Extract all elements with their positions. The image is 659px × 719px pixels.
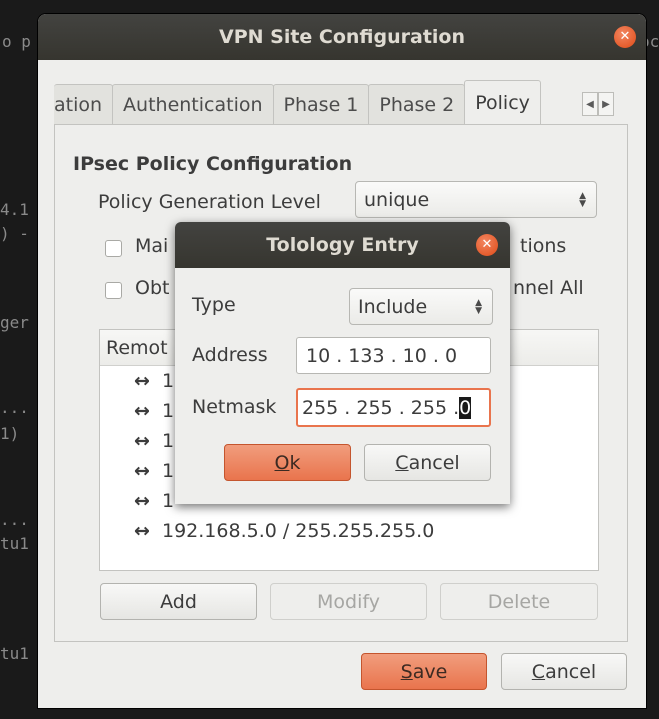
- list-item[interactable]: ↔ 1: [134, 370, 174, 392]
- list-header-remote: Remot: [106, 336, 168, 359]
- save-label-rest: ave: [412, 660, 448, 683]
- updown-arrow-icon: ▲ ▼: [475, 297, 482, 316]
- topology-entry-dialog: Tolology Entry ✕ Type Include ▲ ▼ Address…: [175, 222, 510, 504]
- terminal-text: tu1: [0, 644, 29, 663]
- bidirectional-arrow-icon: ↔: [134, 400, 150, 422]
- terminal-text: 4.1: [0, 200, 29, 219]
- netmask-label: Netmask: [192, 396, 277, 418]
- address-field[interactable]: 10 . 133 . 10 . 0: [296, 337, 491, 374]
- dialog-titlebar[interactable]: Tolology Entry ✕: [175, 222, 510, 268]
- terminal-text: ...: [0, 398, 29, 417]
- delete-button[interactable]: Delete: [440, 583, 598, 620]
- netmask-value: 255 . 255 . 255 .: [302, 396, 460, 419]
- window-titlebar[interactable]: VPN Site Configuration ✕: [38, 14, 646, 60]
- section-title: IPsec Policy Configuration: [73, 153, 353, 175]
- list-item-text: 192.168.5.0 / 255.255.255.0: [162, 520, 435, 542]
- bidirectional-arrow-icon: ↔: [134, 490, 150, 512]
- cancel-label-rest: ancel: [545, 660, 597, 683]
- list-item[interactable]: ↔ 1: [134, 490, 174, 512]
- tab-scroll-arrows: ◀ ▶: [582, 92, 614, 116]
- ok-label-rest: k: [289, 451, 301, 474]
- bidirectional-arrow-icon: ↔: [134, 430, 150, 452]
- terminal-text: ...: [0, 510, 29, 529]
- tab-authentication[interactable]: Authentication: [112, 84, 274, 124]
- netmask-selected-digit: 0: [459, 396, 472, 419]
- maintain-checkbox-label-end: tions: [520, 235, 567, 257]
- obtain-checkbox[interactable]: [105, 282, 122, 299]
- close-icon[interactable]: ✕: [614, 26, 636, 48]
- list-item-text: 1: [162, 370, 175, 392]
- netmask-field[interactable]: 255 . 255 . 255 . 0: [296, 388, 491, 427]
- close-icon[interactable]: ✕: [476, 234, 498, 256]
- tab-phase-2[interactable]: Phase 2: [368, 84, 466, 124]
- maintain-checkbox-label: Mai: [135, 235, 169, 257]
- type-label: Type: [192, 294, 236, 316]
- terminal-text: ) -: [0, 224, 29, 243]
- policy-generation-select[interactable]: unique ▲ ▼: [355, 181, 597, 218]
- obtain-checkbox-label-end: nnel All: [513, 277, 584, 299]
- list-item[interactable]: ↔ 1: [134, 460, 174, 482]
- list-item-text: 1: [162, 430, 175, 452]
- type-value: Include: [358, 295, 428, 318]
- ok-button[interactable]: Ok: [224, 444, 351, 481]
- cancel-button[interactable]: Cancel: [501, 653, 627, 690]
- tab-policy[interactable]: Policy: [464, 80, 541, 124]
- terminal-text: ger: [0, 313, 29, 332]
- list-item[interactable]: ↔ 1: [134, 430, 174, 452]
- obtain-checkbox-label: Obt: [135, 277, 170, 299]
- cancel-mnemonic: C: [531, 660, 546, 683]
- terminal-text: o p: [2, 32, 31, 51]
- type-select[interactable]: Include ▲ ▼: [349, 288, 493, 325]
- dialog-cancel-button[interactable]: Cancel: [364, 444, 491, 481]
- dialog-title: Tolology Entry: [266, 234, 419, 256]
- dialog-cancel-label-rest: ancel: [408, 451, 460, 474]
- tab-identification[interactable]: ation: [54, 84, 114, 124]
- tab-bar: ation Authentication Phase 1 Phase 2 Pol…: [54, 80, 541, 124]
- maintain-checkbox[interactable]: [105, 240, 122, 257]
- modify-button[interactable]: Modify: [270, 583, 427, 620]
- save-button[interactable]: Save: [361, 653, 487, 690]
- save-mnemonic: S: [400, 660, 413, 683]
- list-item-text: 1: [162, 460, 175, 482]
- address-value: 10 . 133 . 10 . 0: [306, 344, 458, 367]
- chevron-right-icon[interactable]: ▶: [598, 92, 614, 116]
- window-title: VPN Site Configuration: [218, 26, 466, 48]
- address-label: Address: [192, 344, 268, 366]
- bidirectional-arrow-icon: ↔: [134, 460, 150, 482]
- list-item-text: 1: [162, 490, 175, 512]
- bidirectional-arrow-icon: ↔: [134, 520, 150, 542]
- add-button[interactable]: Add: [100, 583, 257, 620]
- bidirectional-arrow-icon: ↔: [134, 370, 150, 392]
- policy-generation-value: unique: [364, 188, 430, 211]
- chevron-left-icon[interactable]: ◀: [582, 92, 598, 116]
- list-item[interactable]: ↔ 192.168.5.0 / 255.255.255.0: [134, 520, 434, 542]
- policy-generation-label: Policy Generation Level: [98, 191, 321, 213]
- terminal-text: tu1: [0, 534, 29, 553]
- terminal-text: 1): [0, 424, 20, 443]
- dialog-cancel-mnemonic: C: [395, 451, 409, 474]
- updown-arrow-icon: ▲ ▼: [579, 190, 586, 209]
- tab-phase-1[interactable]: Phase 1: [272, 84, 370, 124]
- list-item[interactable]: ↔ 1: [134, 400, 174, 422]
- list-item-text: 1: [162, 400, 175, 422]
- ok-mnemonic: O: [274, 451, 290, 474]
